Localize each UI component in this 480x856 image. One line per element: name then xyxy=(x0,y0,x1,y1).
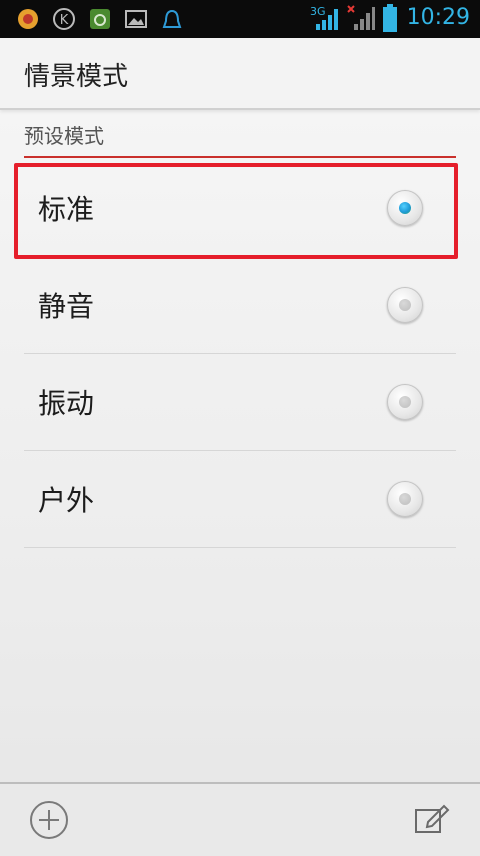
action-bar: 情景模式 xyxy=(0,38,480,110)
clock: 10:29 xyxy=(406,5,470,30)
ucweb-icon xyxy=(16,7,40,31)
network-label: 3G xyxy=(310,5,326,18)
profile-item-outdoor[interactable]: 户外 xyxy=(24,451,456,548)
radio-dot-icon xyxy=(399,396,411,408)
gallery-icon xyxy=(124,7,148,31)
edit-icon xyxy=(415,804,450,833)
no-signal-icon xyxy=(346,4,376,32)
security-icon xyxy=(88,7,112,31)
section-header: 预设模式 xyxy=(24,120,456,158)
status-bar: K 3G 10:29 xyxy=(0,0,480,38)
page-title: 情景模式 xyxy=(24,62,129,92)
profile-item-silent[interactable]: 静音 xyxy=(24,257,456,354)
radio-dot-icon xyxy=(399,202,411,214)
signal-icon: 3G xyxy=(310,4,344,32)
edit-button[interactable] xyxy=(414,802,450,834)
radio-dot-icon xyxy=(399,493,411,505)
bottom-action-bar xyxy=(0,782,480,856)
profile-label: 户外 xyxy=(38,484,95,517)
qq-icon xyxy=(160,7,184,31)
profile-label: 静音 xyxy=(38,290,95,323)
radio-button[interactable] xyxy=(387,287,423,323)
add-profile-button[interactable] xyxy=(30,801,68,839)
k-app-icon: K xyxy=(52,7,76,31)
radio-button[interactable] xyxy=(387,384,423,420)
radio-button[interactable] xyxy=(387,481,423,517)
svg-text:K: K xyxy=(60,13,69,28)
profile-label: 振动 xyxy=(38,387,95,420)
battery-icon xyxy=(382,4,398,32)
radio-dot-icon xyxy=(399,299,411,311)
profile-list: 标准 静音 振动 户外 xyxy=(24,160,456,548)
profile-label: 标准 xyxy=(38,193,95,226)
profile-item-vibrate[interactable]: 振动 xyxy=(24,354,456,451)
section-title: 预设模式 xyxy=(24,124,104,148)
add-icon-stroke xyxy=(48,810,50,830)
radio-button-selected[interactable] xyxy=(387,190,423,226)
profile-item-standard[interactable]: 标准 xyxy=(24,160,456,257)
